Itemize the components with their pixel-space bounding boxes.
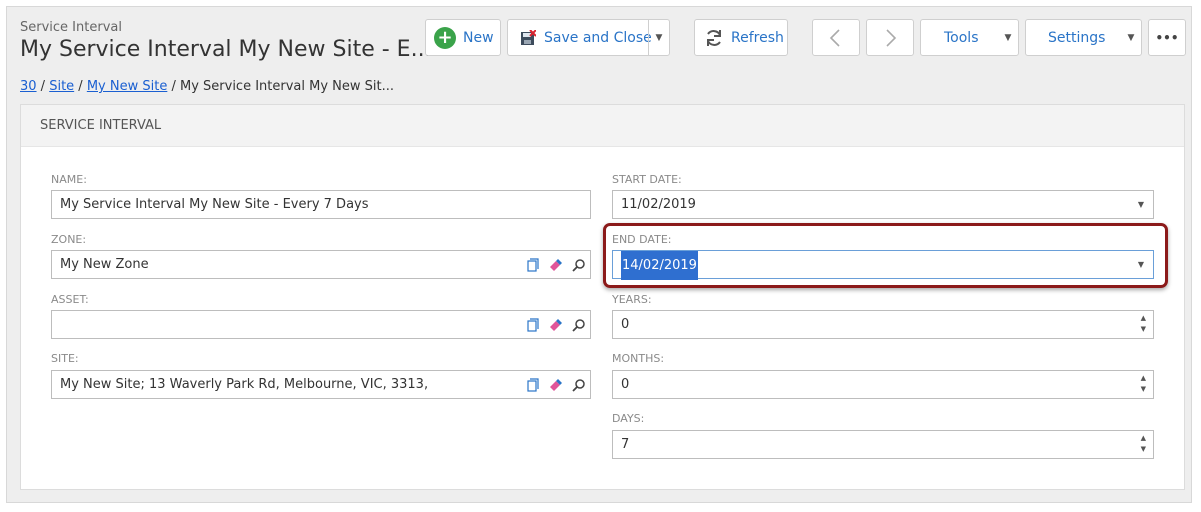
- new-button-label: New: [463, 29, 494, 46]
- site-lookup-tools: [525, 371, 586, 398]
- zone-value: My New Zone: [60, 257, 149, 272]
- zone-lookup-input[interactable]: My New Zone: [51, 250, 591, 279]
- tools-label: Tools: [944, 29, 979, 46]
- zone-label: ZONE:: [51, 233, 87, 246]
- breadcrumb-link-my-new-site[interactable]: My New Site: [87, 79, 168, 94]
- name-value: My Service Interval My New Site - Every …: [60, 197, 369, 212]
- start-date-picker[interactable]: 11/02/2019 ▼: [612, 190, 1154, 219]
- site-value: My New Site; 13 Waverly Park Rd, Melbour…: [60, 377, 429, 392]
- page-title: My Service Interval My New Site - E...: [20, 37, 432, 62]
- name-input[interactable]: My Service Interval My New Site - Every …: [51, 190, 591, 219]
- eraser-icon[interactable]: [548, 257, 563, 272]
- chevron-left-icon: [826, 28, 846, 48]
- breadcrumb-current: My Service Interval My New Sit...: [179, 79, 395, 94]
- days-value: 7: [621, 437, 630, 452]
- settings-dropdown-icon: ▼: [1127, 32, 1135, 43]
- asset-lookup-input[interactable]: [51, 310, 591, 339]
- years-label: YEARS:: [612, 293, 652, 306]
- spin-up-icon[interactable]: ▲: [1141, 373, 1146, 384]
- copy-icon[interactable]: [525, 257, 540, 272]
- previous-button[interactable]: [812, 19, 860, 56]
- spin-down-icon[interactable]: ▼: [1141, 384, 1146, 395]
- site-lookup-input[interactable]: My New Site; 13 Waverly Park Rd, Melbour…: [51, 370, 591, 399]
- months-label: MONTHS:: [612, 352, 665, 365]
- years-spinner[interactable]: ▲ ▼: [1141, 313, 1146, 335]
- asset-lookup-tools: [525, 311, 586, 338]
- months-value: 0: [621, 377, 630, 392]
- start-date-value: 11/02/2019: [621, 197, 696, 212]
- end-date-highlight-annotation: [603, 223, 1168, 288]
- breadcrumb-separator: /: [74, 79, 87, 94]
- more-button[interactable]: •••: [1148, 19, 1186, 56]
- save-and-close-label: Save and Close: [544, 29, 652, 46]
- start-date-label: START DATE:: [612, 173, 682, 186]
- copy-icon[interactable]: [525, 317, 540, 332]
- refresh-label: Refresh: [731, 29, 784, 46]
- save-and-close-button[interactable]: Save and Close ▼: [507, 19, 670, 56]
- name-label: NAME:: [51, 173, 87, 186]
- next-button[interactable]: [866, 19, 914, 56]
- search-icon[interactable]: [571, 317, 586, 332]
- site-label: SITE:: [51, 352, 79, 365]
- copy-icon[interactable]: [525, 377, 540, 392]
- spin-down-icon[interactable]: ▼: [1141, 324, 1146, 335]
- asset-label: ASSET:: [51, 293, 89, 306]
- days-label: DAYS:: [612, 412, 645, 425]
- breadcrumb-link-site[interactable]: Site: [49, 79, 74, 94]
- breadcrumb-separator: /: [36, 79, 50, 94]
- years-stepper[interactable]: 0 ▲ ▼: [612, 310, 1154, 339]
- refresh-button[interactable]: Refresh: [694, 19, 788, 56]
- eraser-icon[interactable]: [548, 377, 563, 392]
- settings-button[interactable]: Settings ▼: [1025, 19, 1142, 56]
- search-icon[interactable]: [571, 257, 586, 272]
- entity-type-label: Service Interval: [20, 20, 122, 35]
- days-spinner[interactable]: ▲ ▼: [1141, 433, 1146, 455]
- save-options-dropdown-icon[interactable]: ▼: [648, 20, 669, 55]
- years-value: 0: [621, 317, 630, 332]
- more-icon: •••: [1155, 30, 1179, 45]
- start-date-dropdown-icon[interactable]: ▼: [1138, 191, 1144, 218]
- spin-down-icon[interactable]: ▼: [1141, 444, 1146, 455]
- spin-up-icon[interactable]: ▲: [1141, 433, 1146, 444]
- plus-circle-icon: +: [434, 26, 456, 49]
- zone-lookup-tools: [525, 251, 586, 278]
- breadcrumb-link-30[interactable]: 30: [20, 79, 37, 94]
- tools-button[interactable]: Tools ▼: [920, 19, 1019, 56]
- new-button[interactable]: + New: [425, 19, 501, 56]
- spin-up-icon[interactable]: ▲: [1141, 313, 1146, 324]
- months-stepper[interactable]: 0 ▲ ▼: [612, 370, 1154, 399]
- refresh-icon: [704, 28, 724, 48]
- breadcrumb: 30 / Site / My New Site / My Service Int…: [20, 79, 394, 94]
- chevron-right-icon: [880, 28, 900, 48]
- panel-title: SERVICE INTERVAL: [21, 105, 1184, 147]
- search-icon[interactable]: [571, 377, 586, 392]
- tools-dropdown-icon: ▼: [1004, 32, 1012, 43]
- breadcrumb-separator: /: [167, 79, 180, 94]
- days-stepper[interactable]: 7 ▲ ▼: [612, 430, 1154, 459]
- floppy-icon: [520, 28, 537, 46]
- eraser-icon[interactable]: [548, 317, 563, 332]
- months-spinner[interactable]: ▲ ▼: [1141, 373, 1146, 395]
- settings-label: Settings: [1048, 29, 1106, 46]
